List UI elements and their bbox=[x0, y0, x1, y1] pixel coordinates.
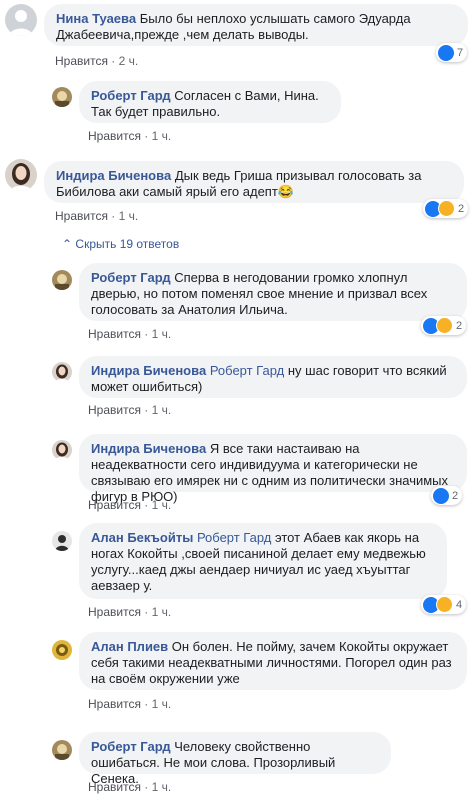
like-link[interactable]: Нравится bbox=[88, 403, 141, 417]
comment-time[interactable]: 1 ч. bbox=[152, 605, 172, 619]
comment-actions: Нравится · 1 ч. bbox=[88, 129, 172, 143]
comment-actions: Нравится · 1 ч. bbox=[88, 498, 172, 512]
avatar[interactable] bbox=[52, 640, 72, 660]
comment-actions: Нравится · 1 ч. bbox=[88, 697, 172, 711]
like-link[interactable]: Нравится bbox=[88, 605, 141, 619]
reaction-badge[interactable]: 7 bbox=[436, 43, 468, 62]
comment-bubble: Алан Плиев Он болен. Не пойму, зачем Кок… bbox=[79, 632, 467, 690]
comment-author[interactable]: Индира Биченова bbox=[56, 168, 171, 183]
comment-actions: Нравится · 1 ч. bbox=[88, 327, 172, 341]
comment-time[interactable]: 2 ч. bbox=[119, 54, 139, 68]
like-link[interactable]: Нравится bbox=[88, 129, 141, 143]
like-link[interactable]: Нравится bbox=[88, 697, 141, 711]
reaction-count: 2 bbox=[458, 202, 465, 215]
comment-actions: Нравится · 1 ч. bbox=[88, 403, 172, 417]
reaction-count: 4 bbox=[456, 598, 463, 611]
haha-reaction-icon bbox=[436, 596, 453, 613]
comment-author[interactable]: Алан Бекъойты bbox=[91, 530, 193, 545]
comment-time[interactable]: 1 ч. bbox=[152, 403, 172, 417]
comment-time[interactable]: 1 ч. bbox=[152, 129, 172, 143]
mention-tag[interactable]: Роберт Гард bbox=[210, 363, 284, 378]
avatar[interactable] bbox=[52, 531, 72, 551]
comment-author[interactable]: Нина Туаева bbox=[56, 11, 136, 26]
comment-actions: Нравится · 2 ч. bbox=[55, 54, 139, 68]
haha-reaction-icon bbox=[436, 317, 453, 334]
comment-time[interactable]: 1 ч. bbox=[152, 327, 172, 341]
comment-author[interactable]: Роберт Гард bbox=[91, 88, 171, 103]
comment-time[interactable]: 1 ч. bbox=[119, 209, 139, 223]
mention-tag[interactable]: Роберт Гард bbox=[197, 530, 271, 545]
avatar[interactable] bbox=[52, 440, 72, 460]
like-reaction-icon bbox=[438, 44, 454, 61]
avatar[interactable] bbox=[52, 362, 72, 382]
like-link[interactable]: Нравится bbox=[55, 209, 108, 223]
avatar[interactable] bbox=[52, 87, 72, 107]
reaction-badge[interactable]: 2 bbox=[421, 316, 467, 335]
comment-bubble: Нина Туаева Было бы неплохо услышать сам… bbox=[44, 4, 468, 46]
comment-bubble: Индира Биченова Дык ведь Гриша призывал … bbox=[44, 161, 464, 203]
hide-replies-link[interactable]: ⌃ Скрыть 19 ответов bbox=[62, 237, 179, 251]
avatar[interactable] bbox=[52, 740, 72, 760]
comment-author[interactable]: Алан Плиев bbox=[91, 639, 168, 654]
comment-actions: Нравится · 1 ч. bbox=[55, 209, 139, 223]
reaction-badge[interactable]: 4 bbox=[421, 595, 467, 614]
comment-author[interactable]: Роберт Гард bbox=[91, 739, 171, 754]
comment-time[interactable]: 1 ч. bbox=[152, 498, 172, 512]
like-link[interactable]: Нравится bbox=[88, 498, 141, 512]
like-link[interactable]: Нравится bbox=[88, 780, 141, 794]
like-reaction-icon bbox=[433, 487, 449, 504]
comment-actions: Нравится · 1 ч. bbox=[88, 605, 172, 619]
comment-time[interactable]: 1 ч. bbox=[152, 780, 172, 794]
reaction-badge[interactable]: 2 bbox=[431, 486, 463, 505]
avatar[interactable] bbox=[5, 4, 37, 36]
avatar[interactable] bbox=[5, 159, 37, 191]
comment-author[interactable]: Индира Биченова bbox=[91, 441, 206, 456]
comment-time[interactable]: 1 ч. bbox=[152, 697, 172, 711]
comment-bubble: Индира Биченова Я все таки настаиваю на … bbox=[79, 434, 467, 504]
like-link[interactable]: Нравится bbox=[55, 54, 108, 68]
comment-bubble: Роберт Гард Согласен с Вами, Нина. Так б… bbox=[79, 81, 341, 123]
reaction-count: 2 bbox=[456, 319, 463, 332]
comment-bubble: Индира Биченова Роберт Гард ну шас говор… bbox=[79, 356, 467, 398]
comment-actions: Нравится · 1 ч. bbox=[88, 780, 172, 794]
comment-author[interactable]: Роберт Гард bbox=[91, 270, 171, 285]
reaction-count: 7 bbox=[457, 46, 464, 59]
comment-bubble: Роберт Гард Сперва в негодовании громко … bbox=[79, 263, 467, 321]
avatar[interactable] bbox=[52, 270, 72, 290]
like-link[interactable]: Нравится bbox=[88, 327, 141, 341]
reaction-count: 2 bbox=[452, 489, 459, 502]
chevron-up-icon: ⌃ bbox=[62, 237, 73, 251]
comment-bubble: Роберт Гард Человеку свойственно ошибать… bbox=[79, 732, 391, 786]
comment-author[interactable]: Индира Биченова bbox=[91, 363, 206, 378]
reaction-badge[interactable]: 2 bbox=[423, 199, 469, 218]
comment-bubble: Алан Бекъойты Роберт Гард этот Абаев как… bbox=[79, 523, 447, 599]
haha-reaction-icon bbox=[438, 200, 455, 217]
